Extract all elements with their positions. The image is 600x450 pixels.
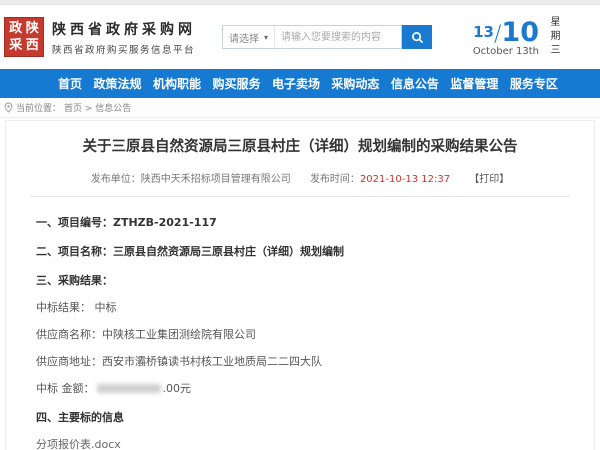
logo-char: 西 (25, 38, 41, 54)
section-project-number: 一、项目编号：ZTHZB-2021-117 (36, 214, 560, 230)
nav-item-service-zone[interactable]: 服务专区 (510, 75, 558, 92)
search-input[interactable] (274, 25, 402, 49)
breadcrumb-path[interactable]: 首页 > 信息公告 (64, 101, 131, 114)
publisher-value: 陕西中天禾招标项目管理有限公司 (141, 174, 291, 185)
date-numeric: 13/10 (473, 17, 539, 48)
site-subtitle: 陕西省政府购买服务信息平台 (52, 42, 196, 56)
amount-suffix: .00元 (163, 382, 192, 395)
chevron-down-icon: ▾ (264, 33, 268, 42)
search-button[interactable] (402, 25, 432, 49)
nav-item-e-market[interactable]: 电子卖场 (272, 75, 320, 92)
date-month: 10 (501, 17, 539, 48)
search-category-select[interactable]: 请选择 ▾ (222, 25, 274, 49)
site-name: 陕西省政府采购网 (52, 19, 196, 39)
site-titles: 陕西省政府采购网 陕西省政府购买服务信息平台 (52, 19, 196, 56)
attachment-link[interactable]: 分项报价表.docx (36, 436, 560, 450)
publisher-label: 发布单位： (91, 174, 141, 185)
search-category-label: 请选择 (229, 30, 259, 45)
section-subject-info: 四、主要标的信息 (36, 409, 560, 425)
main-nav: 首页 政策法规 机构职能 购买服务 电子卖场 采购动态 信息公告 监督管理 服务… (0, 69, 600, 98)
breadcrumb: 当前位置： 首页 > 信息公告 (0, 98, 600, 118)
date-weekday: 星期三 (546, 16, 560, 58)
amount-label: 中标 金额： (36, 382, 95, 395)
nav-item-procurement-news[interactable]: 采购动态 (331, 75, 379, 92)
date-widget: 13/10 October 13th 星期三 (473, 16, 590, 58)
date-day: 13 (473, 23, 494, 41)
nav-item-home[interactable]: 首页 (58, 75, 82, 92)
amount-line: 中标 金额： .00元 (36, 380, 560, 396)
breadcrumb-label: 当前位置： (16, 101, 61, 114)
nav-item-purchase-services[interactable]: 购买服务 (212, 75, 260, 92)
supplier-address-line: 供应商地址：西安市灞桥镇读书村核工业地质局二二四大队 (36, 353, 560, 369)
section-result-heading: 三、采购结果： (36, 272, 560, 288)
result-line: 中标结果： 中标 (36, 299, 560, 315)
publish-time-label: 发布时间： (310, 174, 360, 185)
nav-item-functions[interactable]: 机构职能 (153, 75, 201, 92)
search-icon (411, 31, 424, 44)
print-button[interactable]: 【打印】 (469, 174, 509, 185)
publish-info: 发布单位：陕西中天禾招标项目管理有限公司 发布时间：2021-10-13 12:… (6, 170, 594, 185)
site-header: 政 陕 采 西 陕西省政府采购网 陕西省政府购买服务信息平台 请选择 ▾ 13/… (0, 5, 600, 69)
page-title: 关于三原县自然资源局三原县村庄（详细）规划编制的采购结果公告 (6, 135, 594, 156)
nav-item-policies[interactable]: 政策法规 (93, 75, 141, 92)
nav-item-announcements[interactable]: 信息公告 (391, 75, 439, 92)
site-logo: 政 陕 采 西 (4, 17, 44, 57)
date-english: October 13th (473, 46, 539, 57)
logo-char: 采 (8, 38, 24, 54)
nav-item-supervision[interactable]: 监督管理 (450, 75, 498, 92)
publish-time-value: 2021-10-13 12:37 (360, 174, 450, 185)
announcement-panel: 关于三原县自然资源局三原县村庄（详细）规划编制的采购结果公告 发布单位：陕西中天… (5, 120, 595, 450)
logo-char: 政 (8, 21, 24, 37)
redacted-amount (97, 384, 161, 393)
announcement-body: 一、项目编号：ZTHZB-2021-117 二、项目名称：三原县自然资源局三原县… (6, 197, 594, 450)
supplier-name-line: 供应商名称：中陕核工业集团测绘院有限公司 (36, 326, 560, 342)
search-bar: 请选择 ▾ (222, 25, 432, 49)
location-pin-icon (4, 102, 13, 113)
section-project-name: 二、项目名称：三原县自然资源局三原县村庄（详细）规划编制 (36, 243, 560, 259)
logo-char: 陕 (25, 21, 41, 37)
